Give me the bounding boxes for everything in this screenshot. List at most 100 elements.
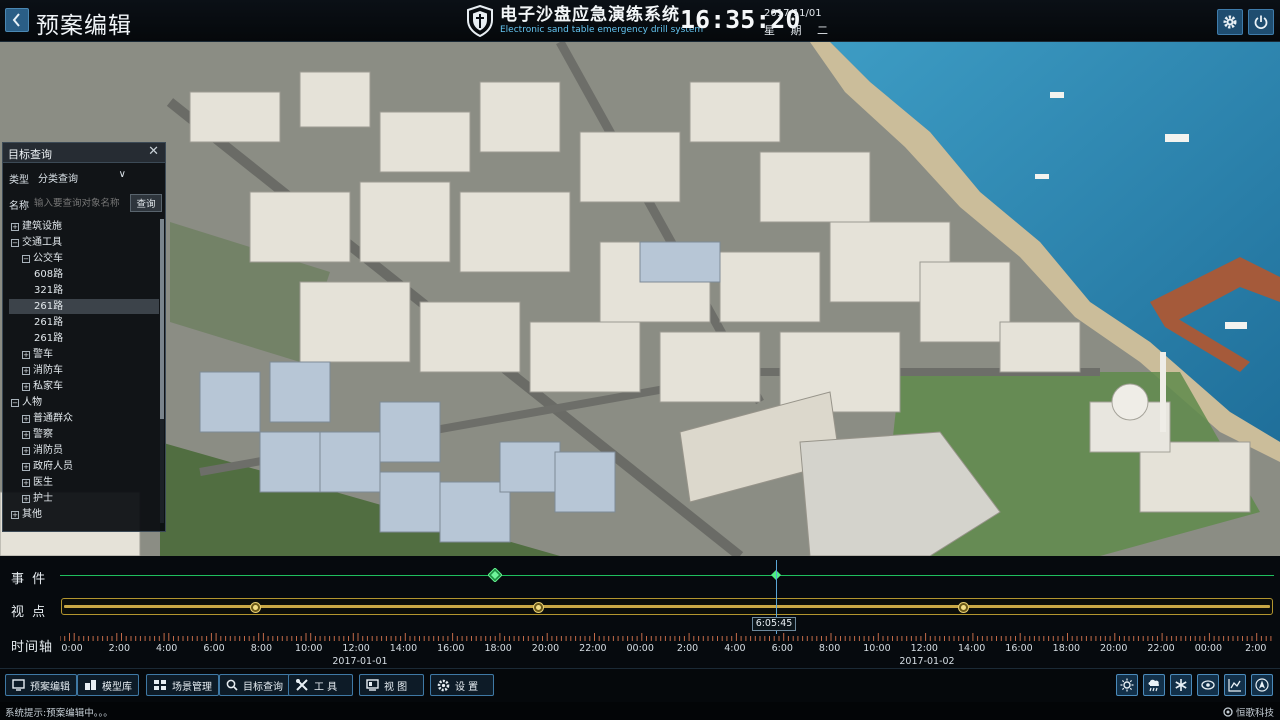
expand-icon[interactable]: + <box>22 479 30 487</box>
type-select[interactable]: 分类查询 ∨ <box>34 167 130 187</box>
ruler-tick-label: 10:00 <box>295 643 323 654</box>
tree-item-label: 政府人员 <box>33 461 73 472</box>
tree-item[interactable]: + 其他 <box>9 507 159 522</box>
expand-icon[interactable]: + <box>22 415 30 423</box>
tree-scrollbar[interactable] <box>160 219 164 523</box>
search-button[interactable]: 查询 <box>130 194 162 212</box>
tree-item-label: 私家车 <box>33 381 63 392</box>
tree-item[interactable]: + 私家车 <box>9 379 159 394</box>
clock-date: 2017/11/01 <box>764 8 822 19</box>
back-button[interactable] <box>5 8 29 32</box>
power-button[interactable] <box>1248 9 1274 35</box>
event-track[interactable] <box>60 568 1274 582</box>
tree-item[interactable]: + 普通群众 <box>9 411 159 426</box>
tree-item[interactable]: 321路 <box>9 283 159 298</box>
company-logo-icon <box>1223 707 1233 717</box>
status-bar: 系统提示:预案编辑中。。。 恒歌科技 <box>0 702 1280 720</box>
company-name: 恒歌科技 <box>1235 708 1274 719</box>
tree-item-label: 人物 <box>22 397 42 408</box>
model-library-button[interactable]: 模型库 <box>77 674 139 696</box>
tools-button[interactable]: 工 具 <box>288 674 353 696</box>
view-button[interactable]: 视 图 <box>359 674 424 696</box>
tree-item[interactable]: + 建筑设施 <box>9 219 159 234</box>
chevron-left-icon <box>12 13 20 27</box>
target-search-icon <box>226 679 238 691</box>
rain-weather-button[interactable] <box>1143 674 1165 696</box>
plan-edit-label: 预案编辑 <box>30 681 70 693</box>
viewpoint-track-label: 视 点 <box>11 605 48 620</box>
model-library-label: 模型库 <box>102 681 132 693</box>
ruler-tick-label: 12:00 <box>910 643 938 654</box>
expand-icon[interactable]: + <box>22 447 30 455</box>
tree-item[interactable]: 608路 <box>9 267 159 282</box>
tree-item[interactable]: + 消防员 <box>9 443 159 458</box>
expand-icon[interactable]: + <box>22 431 30 439</box>
tree-item[interactable]: − 交通工具 <box>9 235 159 250</box>
viewpoint-marker[interactable] <box>533 602 544 613</box>
tree-item[interactable]: − 人物 <box>9 395 159 410</box>
tree-item-label: 261路 <box>34 317 64 328</box>
tree-item[interactable]: − 公交车 <box>9 251 159 266</box>
tree-item[interactable]: + 警察 <box>9 427 159 442</box>
tree-item-label: 警车 <box>33 349 53 360</box>
tree-item[interactable]: + 消防车 <box>9 363 159 378</box>
plan-edit-button[interactable]: 预案编辑 <box>5 674 77 696</box>
event-marker[interactable] <box>488 568 502 582</box>
ruler-tick-label: 16:00 <box>437 643 465 654</box>
expand-icon[interactable]: + <box>11 223 19 231</box>
viewpoint-marker[interactable] <box>250 602 261 613</box>
app-subtitle: Electronic sand table emergency drill sy… <box>500 25 704 35</box>
tree-item[interactable]: 261路 <box>9 299 159 314</box>
tree-scrollbar-thumb[interactable] <box>160 219 164 419</box>
analysis-button[interactable] <box>1224 674 1246 696</box>
scene-management-button[interactable]: 场景管理 <box>146 674 219 696</box>
tree-item[interactable]: 261路 <box>9 331 159 346</box>
snow-weather-button[interactable] <box>1170 674 1192 696</box>
expand-icon[interactable]: + <box>22 383 30 391</box>
ruler-tick-label: 16:00 <box>1005 643 1033 654</box>
expand-icon[interactable]: + <box>11 511 19 519</box>
navigation-button[interactable] <box>1251 674 1273 696</box>
tree-item[interactable]: + 护士 <box>9 491 159 506</box>
tree-item-label: 261路 <box>34 333 64 344</box>
city-scene-view[interactable]: 目标查询 ✕ 类型 分类查询 ∨ 名称 查询 +建筑设施−交通工具−公交车608… <box>0 42 1280 556</box>
tree-item-label: 608路 <box>34 269 64 280</box>
ruler-tick-label: 10:00 <box>863 643 891 654</box>
visibility-button[interactable] <box>1197 674 1219 696</box>
collapse-icon[interactable]: − <box>11 239 19 247</box>
viewpoint-track[interactable] <box>61 598 1273 615</box>
expand-icon[interactable]: + <box>22 367 30 375</box>
tree-item[interactable]: + 政府人员 <box>9 459 159 474</box>
settings-tool-label: 设 置 <box>455 681 479 693</box>
viewpoint-track-bar <box>64 605 1270 608</box>
monitor-icon <box>12 679 25 691</box>
collapse-icon[interactable]: − <box>22 255 30 263</box>
close-icon[interactable]: ✕ <box>148 144 159 159</box>
time-ruler[interactable]: 0:00 2:00 4:00 6:00 8:00 10:00 12:00 14:00 16:00… <box>60 633 1274 668</box>
tree-item[interactable]: + 医生 <box>9 475 159 490</box>
tree-item[interactable]: + 警车 <box>9 347 159 362</box>
expand-icon[interactable]: + <box>22 463 30 471</box>
name-search-input[interactable] <box>34 195 126 212</box>
ruler-tick-label: 6:00 <box>203 643 225 654</box>
ruler-tick-label: 14:00 <box>389 643 418 654</box>
sunny-weather-button[interactable] <box>1116 674 1138 696</box>
query-panel-header: 目标查询 ✕ <box>3 143 165 163</box>
target-query-panel: 目标查询 ✕ 类型 分类查询 ∨ 名称 查询 +建筑设施−交通工具−公交车608… <box>2 142 166 532</box>
ruler-tick-label: 6:00 <box>771 643 793 654</box>
snow-icon <box>1175 679 1187 691</box>
settings-button[interactable] <box>1217 9 1243 35</box>
type-select-value: 分类查询 <box>38 174 78 185</box>
time-ruler-ticks <box>60 633 1272 641</box>
settings-tool-button[interactable]: 设 置 <box>430 674 494 696</box>
expand-icon[interactable]: + <box>22 351 30 359</box>
tree-item[interactable]: 261路 <box>9 315 159 330</box>
target-search-button[interactable]: 目标查询 <box>219 674 290 696</box>
viewpoint-marker[interactable] <box>958 602 969 613</box>
ruler-tick-label: 8:00 <box>818 643 841 654</box>
tree-item-label: 警察 <box>33 429 53 440</box>
collapse-icon[interactable]: − <box>11 399 19 407</box>
power-icon <box>1254 15 1268 29</box>
expand-icon[interactable]: + <box>22 495 30 503</box>
app-title: 电子沙盘应急演练系统 <box>500 5 680 25</box>
